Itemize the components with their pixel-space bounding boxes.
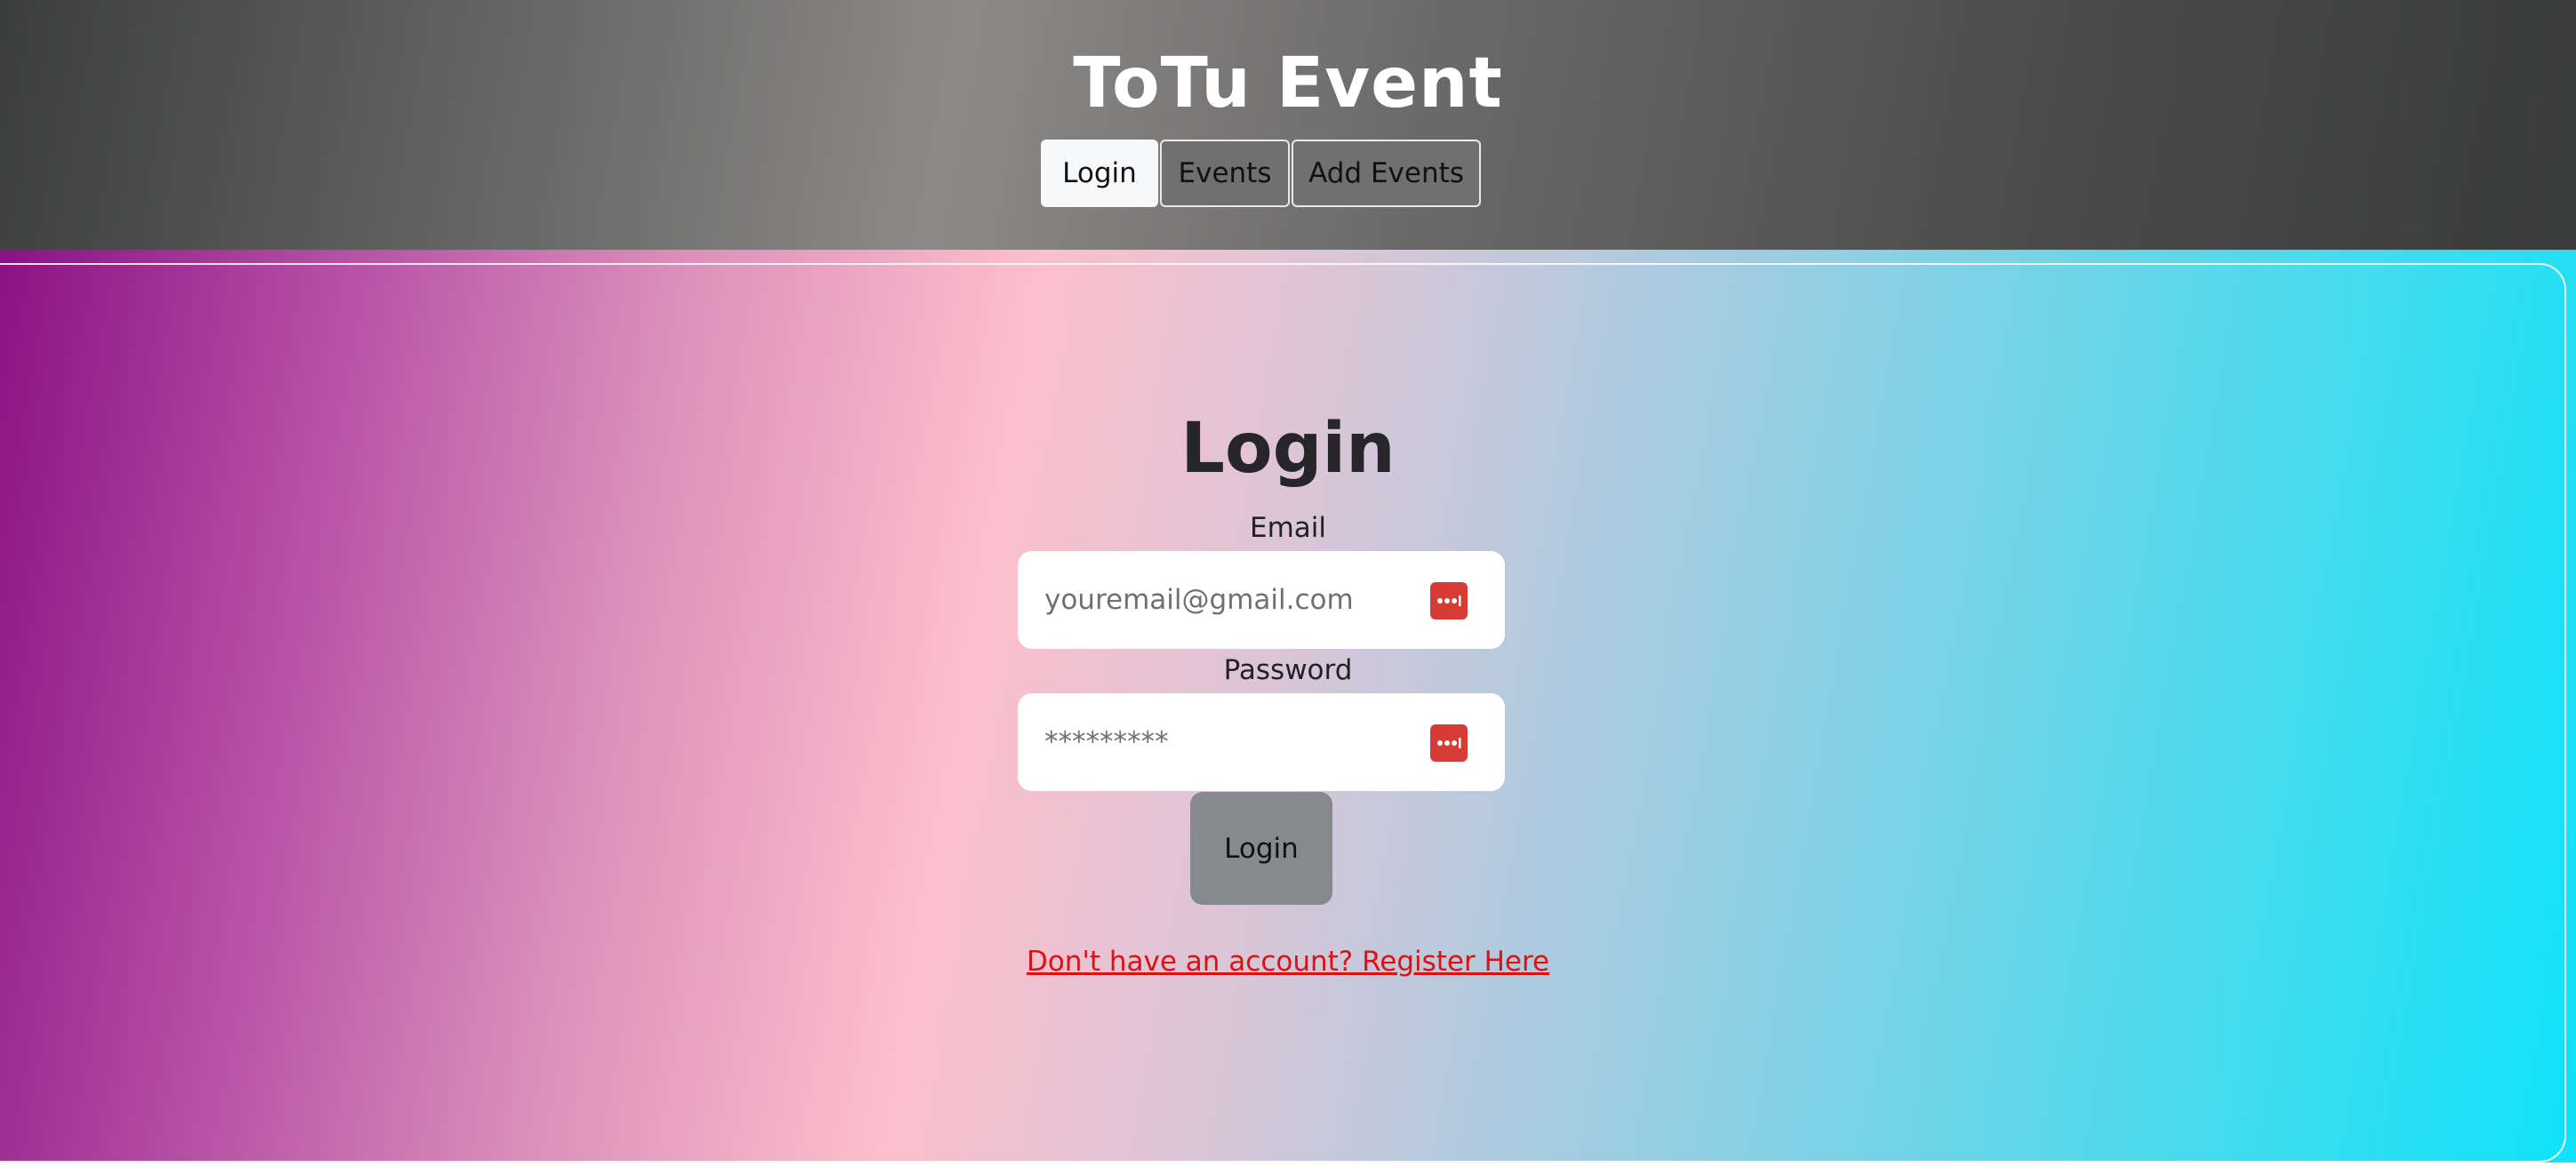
password-label: Password	[1223, 654, 1353, 686]
app-header: ToTu Event Login Events Add Events	[0, 0, 2576, 250]
password-input[interactable]	[1044, 693, 1436, 791]
login-submit-button[interactable]: Login	[1190, 792, 1332, 905]
top-nav: Login Events Add Events	[1041, 140, 1481, 207]
register-link-container: Don't have an account? Register Here	[0, 944, 2576, 979]
app-title: ToTu Event	[1073, 44, 1503, 124]
email-input[interactable]	[1044, 551, 1436, 649]
nav-login-button[interactable]: Login	[1041, 140, 1158, 207]
password-manager-icon[interactable]	[1430, 582, 1468, 619]
page-bottom-edge	[0, 1163, 2576, 1167]
nav-events-button[interactable]: Events	[1160, 140, 1290, 207]
register-link[interactable]: Don't have an account? Register Here	[1027, 946, 1549, 978]
email-label: Email	[1249, 512, 1326, 544]
login-heading: Login	[1180, 409, 1396, 489]
password-manager-icon[interactable]	[1430, 724, 1468, 762]
password-field-container	[1018, 693, 1505, 791]
email-field-container	[1018, 551, 1505, 649]
nav-add-events-button[interactable]: Add Events	[1292, 140, 1481, 207]
